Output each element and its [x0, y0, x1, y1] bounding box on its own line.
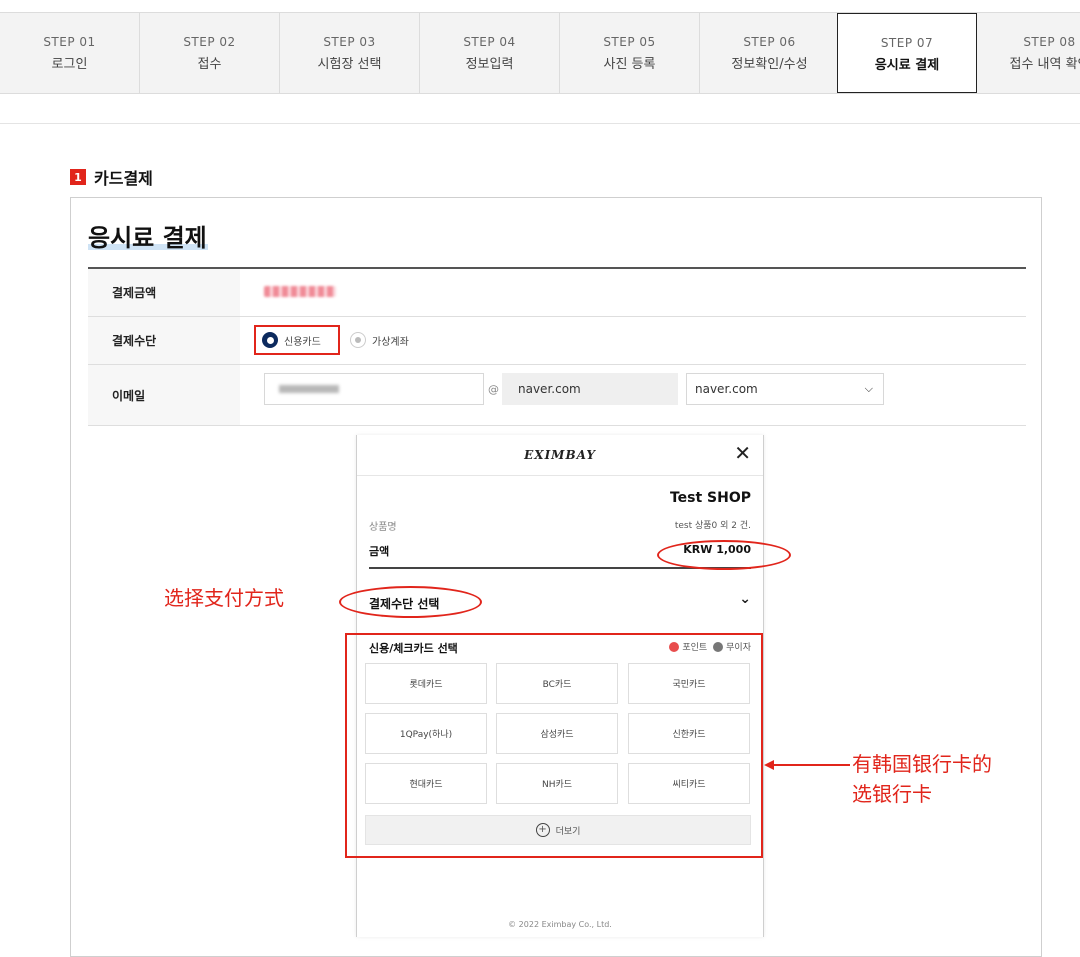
step-number: STEP 05: [603, 35, 656, 49]
step-label: 응시료 결제: [874, 58, 940, 73]
step-01: STEP 01 로그인: [0, 13, 140, 93]
method-label: 결제수단: [88, 317, 240, 364]
chevron-down-icon[interactable]: ⌄: [739, 591, 751, 607]
radio-unselected-icon: [350, 332, 366, 348]
step-number: STEP 03: [323, 35, 376, 49]
step-label: 접수: [197, 57, 222, 72]
step-label: 접수 내역 확인: [1009, 57, 1080, 72]
annotation-ellipse-method: [339, 586, 482, 618]
select-value: naver.com: [695, 382, 758, 396]
radio-label: 신용카드: [284, 336, 321, 348]
virtual-account-radio[interactable]: 가상계좌: [350, 332, 409, 348]
step-04: STEP 04 정보입력: [420, 13, 560, 93]
step-label: 시험장 선택: [317, 57, 382, 72]
modal-header: EXIMBAY ✕: [357, 435, 763, 476]
amount-label: 금액: [369, 545, 390, 558]
email-id-redacted: [279, 385, 339, 393]
step-label: 정보입력: [465, 57, 514, 72]
page-title: 응시료 결제: [88, 224, 207, 252]
step-label: 로그인: [51, 57, 88, 72]
step-number: STEP 02: [183, 35, 236, 49]
annotation-ellipse-amount: [657, 540, 791, 570]
product-value: test 상품0 외 2 건.: [674, 521, 751, 531]
step-number: STEP 07: [880, 36, 934, 50]
credit-card-radio[interactable]: 신용카드: [254, 325, 340, 355]
section-heading: 1 카드결제: [70, 165, 153, 189]
step-label: 사진 등록: [603, 57, 656, 72]
step-07-active: STEP 07 응시료 결제: [837, 13, 977, 93]
email-domain-field[interactable]: naver.com: [502, 373, 678, 405]
amount-row: 결제금액: [88, 269, 1026, 317]
shop-name: Test SHOP: [669, 490, 751, 506]
chevron-down-icon: ⌵: [864, 382, 873, 395]
step-03: STEP 03 시험장 선택: [280, 13, 420, 93]
copyright: © 2022 Eximbay Co., Ltd.: [508, 920, 612, 929]
amount-label: 결제금액: [88, 269, 240, 316]
email-domain-select[interactable]: naver.com ⌵: [686, 373, 884, 405]
step-06: STEP 06 정보확인/수성: [700, 13, 840, 93]
radio-selected-icon: [262, 332, 278, 348]
step-label: 정보확인/수성: [731, 57, 808, 72]
eximbay-logo: EXIMBAY: [524, 448, 596, 462]
annotation-choose-method: 选择支付方式: [164, 586, 284, 610]
annotation-arrow: [764, 760, 850, 770]
email-id-input[interactable]: [264, 373, 484, 405]
step-05: STEP 05 사진 등록: [560, 13, 700, 93]
method-row: 결제수단 신용카드 가상계좌: [88, 317, 1026, 365]
product-label: 상품명: [369, 522, 397, 533]
at-sign: @: [488, 383, 499, 396]
section-title: 카드결제: [94, 169, 153, 188]
annotation-bank-card-line2: 选银行卡: [852, 782, 932, 806]
step-08: STEP 08 접수 내역 확인: [980, 13, 1080, 93]
step-number: STEP 08: [1023, 35, 1076, 49]
email-label: 이메일: [88, 365, 240, 425]
step-progress-bar: STEP 01 로그인 STEP 02 접수 STEP 03 시험장 선택 ST…: [0, 12, 1080, 94]
section-number-badge: 1: [70, 169, 86, 185]
radio-label: 가상계좌: [372, 336, 409, 348]
divider: [0, 123, 1080, 124]
step-number: STEP 06: [743, 35, 796, 49]
step-number: STEP 04: [463, 35, 516, 49]
annotation-rect-cards: [345, 633, 763, 858]
close-icon[interactable]: ✕: [734, 441, 751, 465]
step-number: STEP 01: [43, 35, 96, 49]
step-02: STEP 02 접수: [140, 13, 280, 93]
amount-value-redacted: [264, 286, 336, 297]
annotation-bank-card-line1: 有韩国银行卡的: [852, 752, 992, 776]
